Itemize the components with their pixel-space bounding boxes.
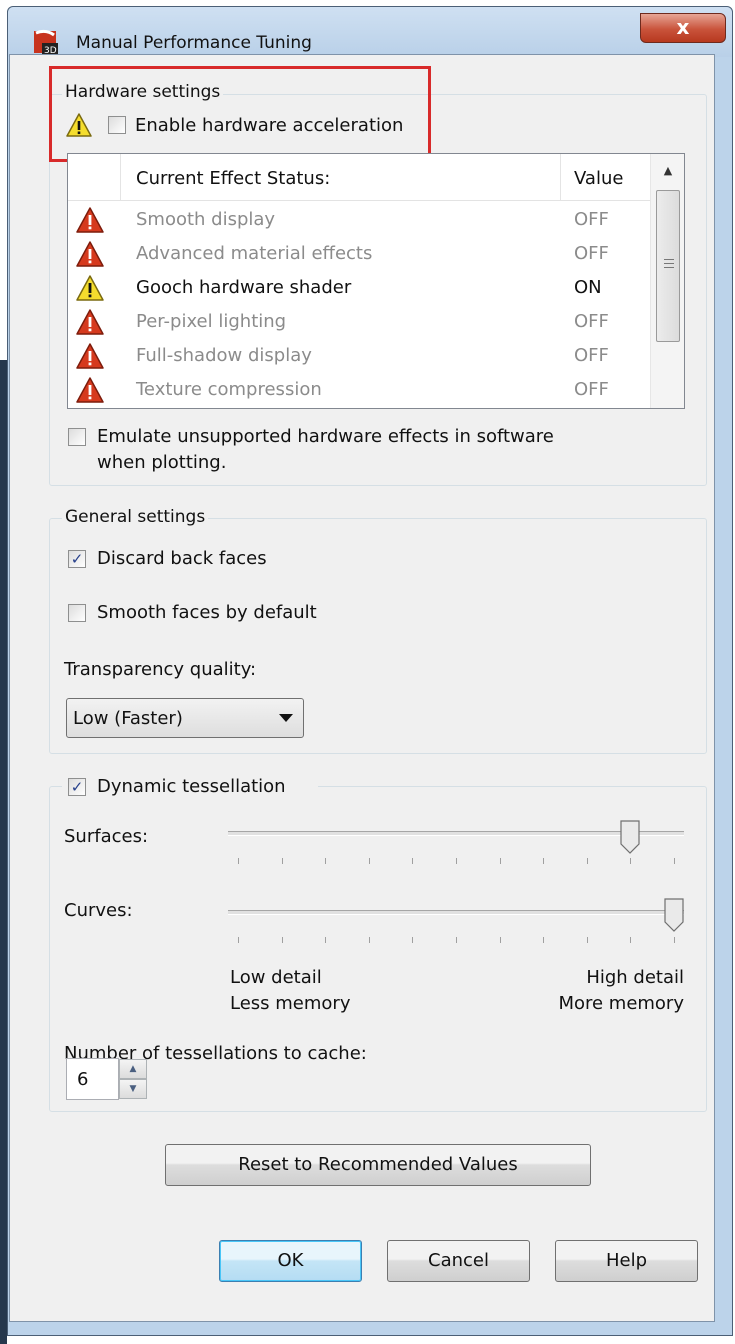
slider-tick xyxy=(281,937,283,943)
slider-tick xyxy=(499,937,501,943)
general-settings-label: General settings xyxy=(62,507,209,527)
slider-tick xyxy=(325,937,327,943)
effect-value: ON xyxy=(574,277,602,298)
list-item[interactable]: Texture compression OFF xyxy=(68,374,650,408)
column-header-effect[interactable]: Current Effect Status: xyxy=(136,168,330,189)
effect-name: Per-pixel lighting xyxy=(136,311,287,332)
slider-tick xyxy=(456,858,457,864)
low-detail-label: Low detail xyxy=(230,967,322,988)
emulate-effects-label-line1[interactable]: Emulate unsupported hardware effects in … xyxy=(97,426,554,447)
help-button[interactable]: Help xyxy=(555,1240,698,1282)
slider-tick xyxy=(586,937,588,943)
effect-value: OFF xyxy=(574,209,609,230)
tessellation-cache-input[interactable]: 6 xyxy=(66,1058,119,1100)
transparency-quality-label: Transparency quality: xyxy=(64,659,257,680)
slider-tick xyxy=(543,937,545,943)
close-button[interactable]: x xyxy=(640,13,726,43)
dynamic-tessellation-checkbox[interactable]: ✓ xyxy=(68,778,86,796)
surfaces-label: Surfaces: xyxy=(64,826,149,847)
list-item[interactable]: Per-pixel lighting OFF xyxy=(68,306,650,340)
transparency-quality-select[interactable]: Low (Faster) xyxy=(66,698,304,738)
header-separator xyxy=(120,154,121,200)
header-separator xyxy=(560,154,561,200)
list-item[interactable]: Full-shadow display OFF xyxy=(68,340,650,374)
reset-to-recommended-button[interactable]: Reset to Recommended Values xyxy=(165,1144,591,1186)
column-header-value[interactable]: Value xyxy=(574,168,623,189)
effect-value: OFF xyxy=(574,345,609,366)
effect-name: Full-shadow display xyxy=(136,345,312,366)
less-memory-label: Less memory xyxy=(230,993,351,1014)
warning-triangle-icon xyxy=(76,275,104,301)
surfaces-slider-thumb[interactable] xyxy=(620,820,640,854)
error-triangle-icon xyxy=(76,241,104,267)
slider-tick xyxy=(412,937,414,943)
slider-tick xyxy=(238,858,239,864)
slider-tick xyxy=(325,858,327,864)
slider-tick xyxy=(630,858,632,864)
slider-tick xyxy=(368,937,370,943)
error-triangle-icon xyxy=(76,377,104,403)
error-triangle-icon xyxy=(76,207,104,233)
list-item[interactable]: Smooth display OFF xyxy=(68,204,650,238)
tessellation-cache-value: 6 xyxy=(77,1069,89,1090)
slider-tick xyxy=(368,858,370,864)
window-title: Manual Performance Tuning xyxy=(76,33,312,53)
slider-tick xyxy=(630,937,632,943)
effect-status-list[interactable]: Current Effect Status: Value Smooth disp… xyxy=(67,153,685,409)
surfaces-slider-track[interactable] xyxy=(228,831,684,836)
more-memory-label: More memory xyxy=(558,993,684,1014)
slider-tick xyxy=(586,858,588,864)
effect-value: OFF xyxy=(574,311,609,332)
curves-slider-thumb[interactable] xyxy=(664,898,684,932)
smooth-faces-label[interactable]: Smooth faces by default xyxy=(97,602,317,623)
curves-slider-track[interactable] xyxy=(228,910,684,915)
slider-tick xyxy=(238,937,239,943)
slider-tick xyxy=(456,937,457,943)
emulate-effects-label-line2[interactable]: when plotting. xyxy=(97,452,226,473)
dropdown-arrow-icon xyxy=(279,714,293,722)
spin-down-arrow-icon[interactable]: ▼ xyxy=(119,1079,147,1099)
high-detail-label: High detail xyxy=(586,967,684,988)
transparency-quality-value: Low (Faster) xyxy=(73,708,183,729)
list-item[interactable]: Gooch hardware shader ON xyxy=(68,272,650,306)
smooth-faces-checkbox[interactable] xyxy=(68,604,86,622)
highlight-annotation-box xyxy=(49,66,431,162)
grip-line xyxy=(664,259,674,260)
cancel-button[interactable]: Cancel xyxy=(387,1240,530,1282)
discard-back-faces-label[interactable]: Discard back faces xyxy=(97,548,267,569)
effect-value: OFF xyxy=(574,379,609,400)
scroll-thumb[interactable] xyxy=(656,190,680,342)
list-header: Current Effect Status: Value xyxy=(68,154,650,201)
slider-tick xyxy=(412,858,414,864)
spin-up-arrow-icon[interactable]: ▲ xyxy=(119,1059,147,1079)
effect-value: OFF xyxy=(574,243,609,264)
effect-name: Advanced material effects xyxy=(136,243,373,264)
discard-back-faces-checkbox[interactable]: ✓ xyxy=(68,550,86,568)
effect-name: Smooth display xyxy=(136,209,276,230)
scroll-up-arrow-icon[interactable]: ▲ xyxy=(651,154,684,188)
grip-line xyxy=(664,267,674,268)
emulate-effects-checkbox[interactable] xyxy=(68,428,86,446)
error-triangle-icon xyxy=(76,309,104,335)
effect-name: Gooch hardware shader xyxy=(136,277,352,298)
error-triangle-icon xyxy=(76,343,104,369)
slider-tick xyxy=(674,858,675,864)
vertical-scrollbar[interactable]: ▲ xyxy=(650,154,684,408)
effect-name: Texture compression xyxy=(136,379,322,400)
curves-label: Curves: xyxy=(64,900,133,921)
app-3d-icon: 3D xyxy=(34,29,58,56)
list-item[interactable]: Advanced material effects OFF xyxy=(68,238,650,272)
slider-tick xyxy=(674,937,675,943)
slider-tick xyxy=(499,858,501,864)
ok-button[interactable]: OK xyxy=(219,1240,362,1282)
dynamic-tessellation-label[interactable]: Dynamic tessellation xyxy=(97,776,286,797)
slider-tick xyxy=(281,858,283,864)
background-edge xyxy=(0,360,7,1344)
grip-line xyxy=(664,263,674,264)
slider-tick xyxy=(543,858,545,864)
